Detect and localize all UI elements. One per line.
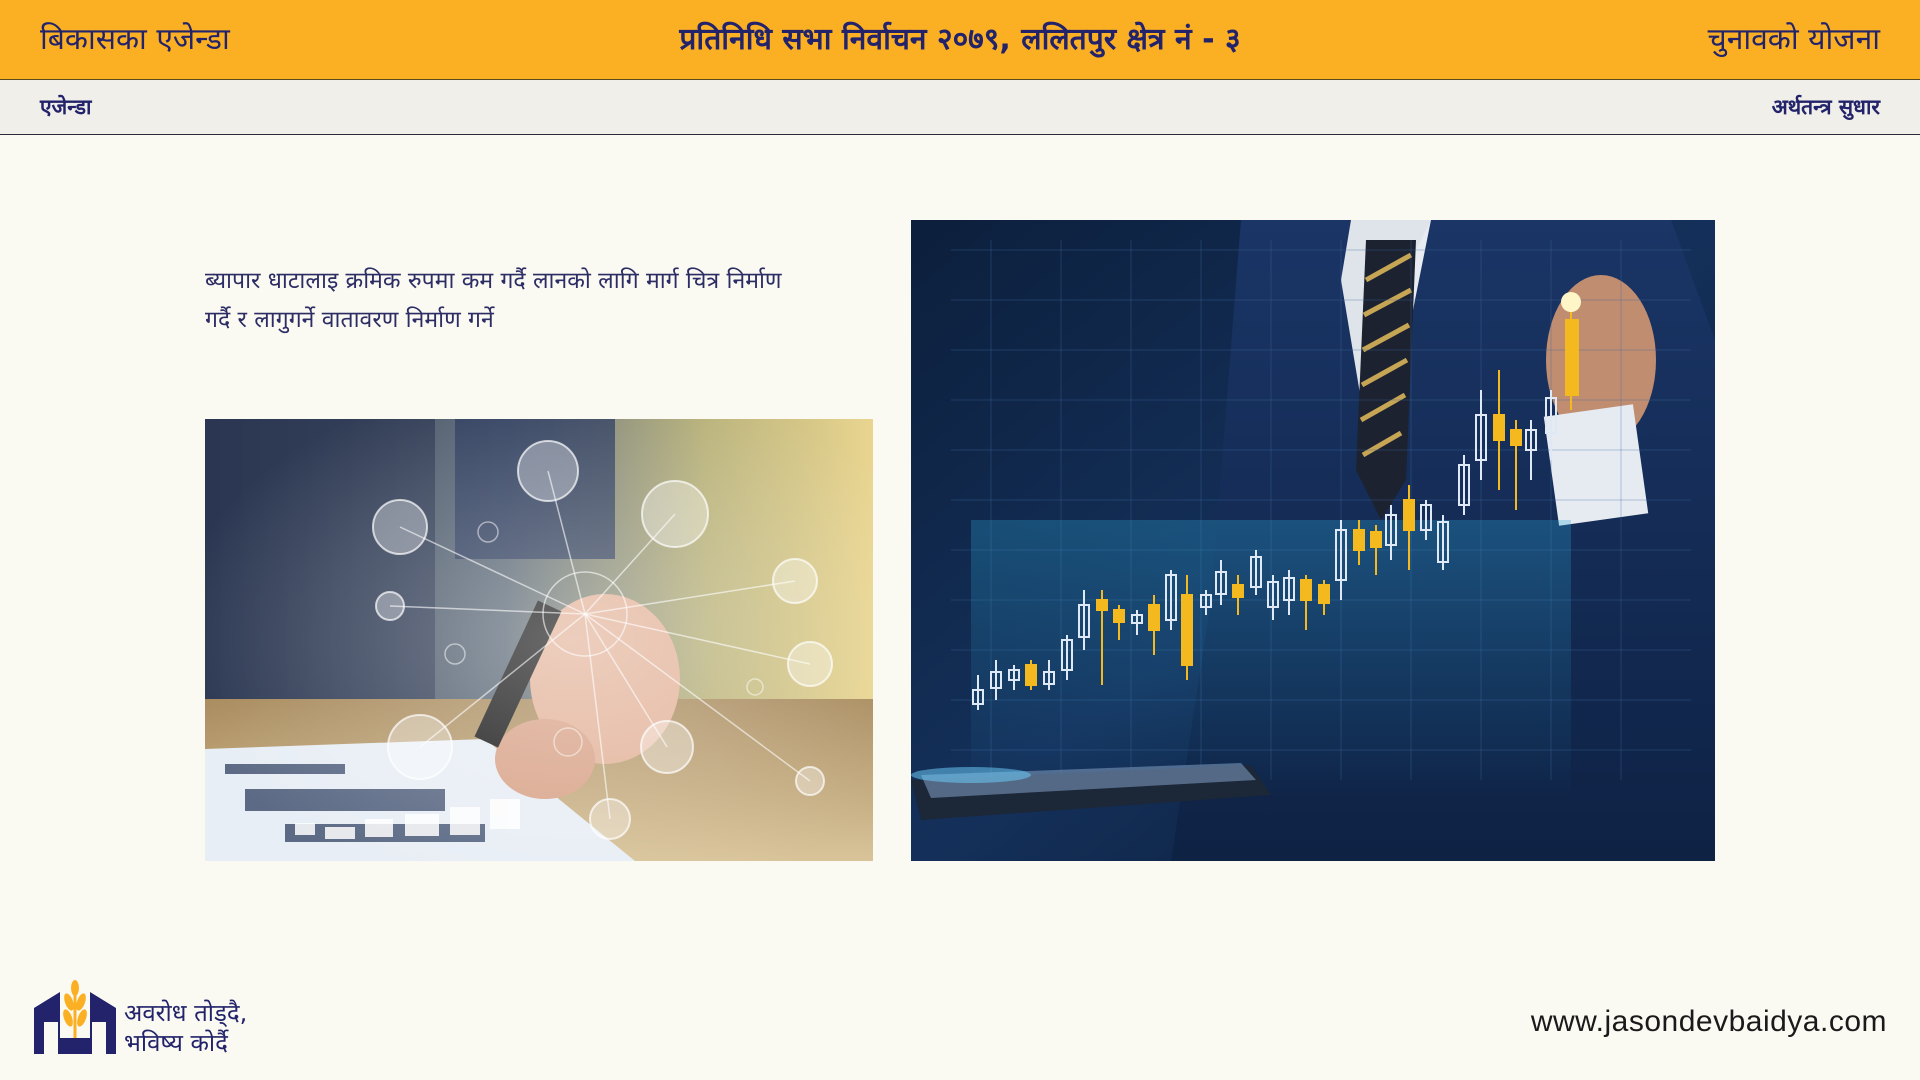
header-right-title: चुनावको योजना: [1707, 22, 1880, 57]
footer-tagline: अवरोध तोड्दै, भविष्य कोर्दै: [124, 998, 247, 1058]
top-header-bar: बिकासका एजेन्डा प्रतिनिधि सभा निर्वाचन २…: [0, 0, 1920, 80]
pen-writing-photo: [205, 419, 873, 861]
tagline-line-1: अवरोध तोड्दै,: [124, 999, 248, 1027]
subheader-left-label: एजेन्डा: [40, 95, 92, 119]
business-growth-chart-photo: [911, 220, 1715, 861]
tagline-line-2: भविष्य कोर्दै: [124, 1029, 228, 1057]
party-logo-icon: [34, 980, 116, 1054]
description-line-2: गर्दै र लागुगर्ने वातावरण निर्माण गर्ने: [205, 307, 494, 333]
header-center-title: प्रतिनिधि सभा निर्वाचन २०७९, ललितपुर क्ष…: [679, 22, 1241, 57]
subheader-right-label: अर्थतन्त्र सुधार: [1771, 95, 1880, 119]
agenda-description: ब्यापार धाटालाइ क्रमिक रुपमा कम गर्दै ला…: [205, 262, 835, 340]
header-left-title: बिकासका एजेन्डा: [40, 22, 230, 57]
sub-header-bar: एजेन्डा अर्थतन्त्र सुधार: [0, 80, 1920, 135]
description-line-1: ब्यापार धाटालाइ क्रमिक रुपमा कम गर्दै ला…: [205, 268, 782, 294]
website-url[interactable]: www.jasondevbaidya.com: [1531, 1005, 1887, 1039]
